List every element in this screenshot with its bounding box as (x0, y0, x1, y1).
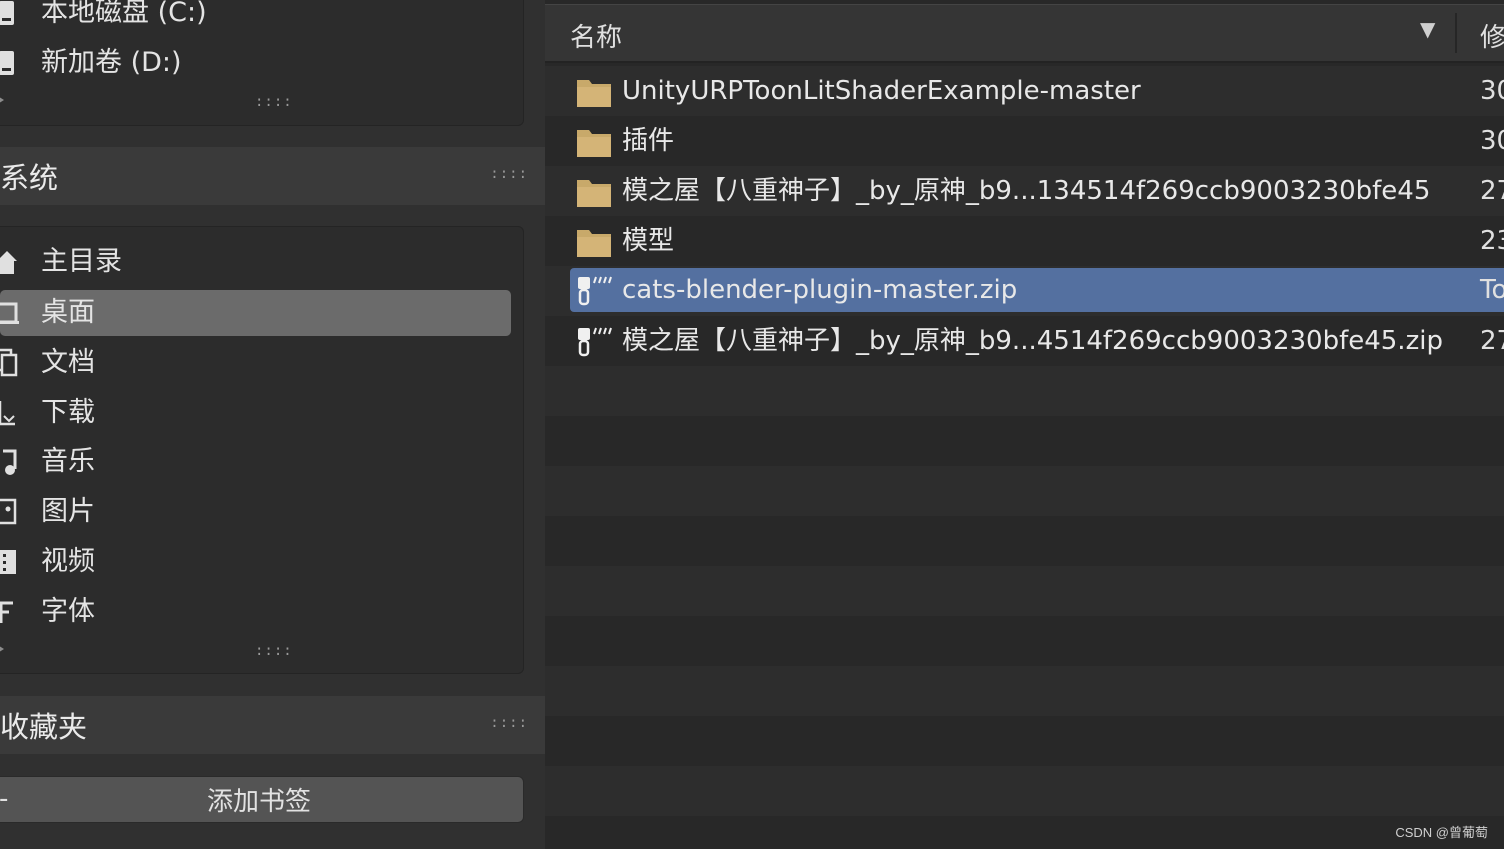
disk-icon (0, 0, 22, 36)
file-row-folder[interactable]: 模型 23 (570, 219, 1504, 263)
sidebar-item-label: 音乐 (41, 446, 95, 477)
list-header: 名称 ▼ 修 (545, 4, 1504, 63)
sidebar-item-label: 桌面 (41, 297, 95, 328)
file-list: 名称 ▼ 修 UnityURPToonLitShaderExample-mast… (545, 0, 1504, 849)
sidebar-item-label: 图片 (41, 496, 95, 527)
file-row-zip-selected[interactable]: cats-blender-plugin-master.zip To (570, 268, 1504, 312)
file-row-zip[interactable]: 模之屋【八重神子】_by_原神_b9...4514f269ccb9003230b… (570, 319, 1504, 363)
file-name: 模之屋【八重神子】_by_原神_b9...4514f269ccb9003230b… (622, 326, 1443, 356)
folder-icon (577, 230, 611, 257)
sidebar-item-desktop[interactable]: 桌面 (0, 290, 511, 336)
add-bookmark-button[interactable]: - 添加书签 (0, 776, 524, 823)
row-stripe (545, 566, 1504, 616)
file-row-folder[interactable]: 插件 30 (570, 119, 1504, 163)
folder-icon (577, 180, 611, 207)
sidebar-item-music[interactable]: 音乐 (0, 439, 511, 485)
music-icon (0, 439, 22, 485)
sidebar-item-label: 本地磁盘 (C:) (41, 0, 207, 28)
zip-file-icon (578, 327, 612, 357)
resize-grip-icon[interactable]: :::: (255, 95, 293, 109)
file-date: 30 (1480, 76, 1504, 106)
zip-file-icon (578, 276, 612, 306)
sidebar-item-label: 新加卷 (D:) (41, 47, 182, 78)
row-stripe (545, 366, 1504, 416)
file-date: To (1480, 275, 1504, 305)
file-name: 插件 (622, 126, 675, 156)
sidebar-item-downloads[interactable]: 下载 (0, 390, 511, 436)
disk-icon (0, 40, 22, 86)
folder-icon (577, 130, 611, 157)
sidebar: 本地磁盘 (C:) 新加卷 (D:) :::: 系统 :::: 主目录 桌面 文… (0, 0, 545, 849)
section-title: 收藏夹 (0, 710, 88, 744)
row-stripe (545, 666, 1504, 716)
file-date: 27 (1480, 326, 1504, 356)
sidebar-item-videos[interactable]: 视频 (0, 539, 511, 585)
sidebar-item-fonts[interactable]: 字体 (0, 589, 511, 635)
column-separator[interactable] (1455, 13, 1457, 53)
section-title: 系统 (0, 161, 59, 195)
sidebar-item-documents[interactable]: 文档 (0, 340, 511, 386)
desktop-icon (0, 290, 22, 336)
row-stripe (545, 816, 1504, 849)
add-bookmark-label: 添加书签 (206, 787, 311, 817)
folder-icon (577, 80, 611, 107)
sidebar-item-disk-c[interactable]: 本地磁盘 (C:) (0, 0, 511, 36)
column-header-modified[interactable]: 修 (1480, 17, 1504, 54)
documents-icon (0, 340, 22, 386)
resize-grip-icon[interactable]: :::: (255, 644, 293, 658)
watermark: CSDN @曾葡萄 (1395, 825, 1488, 840)
file-row-folder[interactable]: 模之屋【八重神子】_by_原神_b9...134514f269ccb900323… (570, 169, 1504, 213)
font-icon (0, 589, 22, 635)
home-icon (0, 239, 22, 285)
sidebar-item-label: 主目录 (41, 246, 122, 277)
column-header-name[interactable]: 名称 (570, 17, 622, 54)
file-date: 23 (1480, 226, 1504, 256)
file-date: 30 (1480, 126, 1504, 156)
section-header-system[interactable]: 系统 :::: (0, 147, 545, 205)
sidebar-item-disk-d[interactable]: 新加卷 (D:) (0, 40, 511, 86)
row-stripe (545, 416, 1504, 466)
video-icon (0, 539, 22, 585)
row-stripe (545, 516, 1504, 566)
sidebar-item-label: 视频 (41, 546, 95, 577)
sidebar-item-home[interactable]: 主目录 (0, 239, 511, 285)
file-row-folder[interactable]: UnityURPToonLitShaderExample-master 30 (570, 69, 1504, 113)
row-stripe (545, 766, 1504, 816)
sort-arrow-icon[interactable]: ▼ (1420, 17, 1435, 41)
section-header-bookmarks[interactable]: 收藏夹 :::: (0, 696, 545, 754)
file-date: 27 (1480, 176, 1504, 206)
expand-arrow-icon[interactable] (0, 95, 4, 105)
file-name: 模型 (622, 226, 675, 256)
file-name: cats-blender-plugin-master.zip (622, 275, 1018, 305)
remove-bookmark-icon[interactable]: - (0, 777, 8, 821)
sidebar-item-pictures[interactable]: 图片 (0, 489, 511, 535)
file-name: 模之屋【八重神子】_by_原神_b9...134514f269ccb900323… (622, 176, 1431, 206)
sidebar-item-label: 文档 (41, 347, 95, 378)
row-stripe (545, 716, 1504, 766)
sidebar-item-label: 字体 (41, 596, 95, 627)
sidebar-item-label: 下载 (41, 397, 95, 428)
file-name: UnityURPToonLitShaderExample-master (622, 76, 1141, 106)
expand-arrow-icon[interactable] (0, 644, 4, 654)
download-icon (0, 390, 22, 436)
pictures-icon (0, 489, 22, 535)
drag-handle-icon[interactable]: :::: (490, 716, 528, 730)
row-stripe (545, 616, 1504, 666)
row-stripe (545, 466, 1504, 516)
drag-handle-icon[interactable]: :::: (490, 167, 528, 181)
